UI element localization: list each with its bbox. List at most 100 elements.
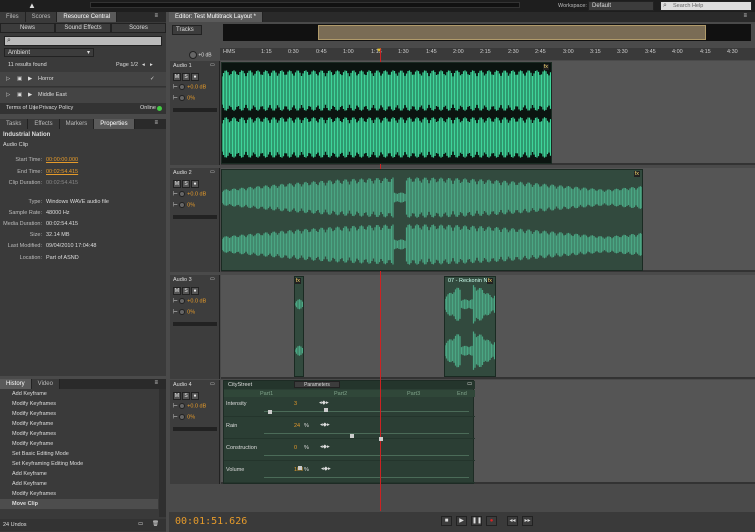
record-arm-icon[interactable]: ●	[191, 287, 199, 295]
preview-icon[interactable]: ▶	[28, 92, 32, 98]
solo-button[interactable]: S	[182, 392, 190, 400]
tab-properties[interactable]: Properties	[94, 119, 135, 129]
privacy-link[interactable]: Privacy Policy	[39, 105, 73, 111]
keyframe-nav-icon[interactable]: ◂◆▸	[319, 400, 329, 406]
record-arm-icon[interactable]: ●	[191, 392, 199, 400]
track-name[interactable]: Audio 2	[173, 170, 192, 176]
list-item[interactable]: ▷ ▣ ▶ Horror ✓	[0, 72, 166, 87]
download-icon[interactable]: ▣	[17, 92, 22, 98]
audio-clip[interactable]: 07 - Reckonin N... fx	[444, 276, 496, 377]
param-envelope[interactable]	[264, 477, 469, 478]
history-item[interactable]: Move Clip	[0, 499, 158, 509]
tab-video[interactable]: Video	[31, 379, 60, 389]
keyframe-point[interactable]	[324, 408, 328, 412]
keyframe-nav-icon[interactable]: ◂◆▸	[320, 422, 330, 428]
keyframe-point[interactable]	[298, 466, 302, 470]
preview-icon[interactable]: ▶	[28, 76, 32, 82]
stop-button[interactable]: ■	[441, 516, 452, 526]
new-icon[interactable]: ▭	[138, 521, 143, 527]
clip-fx-badge[interactable]: fx	[486, 278, 493, 284]
zoom-knob[interactable]	[189, 51, 197, 59]
history-item[interactable]: Add Keyframe	[0, 389, 158, 399]
pan-knob[interactable]	[179, 202, 186, 208]
param-value[interactable]: 24	[294, 423, 300, 429]
volume-knob[interactable]	[179, 298, 186, 304]
audio-clip[interactable]: fx	[294, 276, 304, 377]
mute-button[interactable]: M	[173, 392, 181, 400]
volume-value[interactable]: +0.0 dB	[187, 192, 206, 198]
record-arm-icon[interactable]: ●	[191, 180, 199, 188]
mute-button[interactable]: M	[173, 180, 181, 188]
tab-files[interactable]: Files	[0, 12, 26, 22]
record-button[interactable]: ●	[486, 516, 497, 526]
forward-button[interactable]: ▸▸	[522, 516, 533, 526]
history-item[interactable]: Modify Keyframes	[0, 489, 158, 499]
clip-fx-badge[interactable]: fx	[633, 171, 640, 177]
download-icon[interactable]: ▣	[17, 76, 22, 82]
next-page-icon[interactable]: ▸	[150, 62, 153, 68]
history-item[interactable]: Set Basic Editing Mode	[0, 449, 158, 459]
tab-markers[interactable]: Markers	[59, 119, 95, 129]
search-help-input[interactable]: Search Help	[660, 1, 752, 11]
keyframe-point[interactable]	[268, 410, 272, 414]
history-item[interactable]: Modify Keyframes	[0, 399, 158, 409]
audio-clip[interactable]: fx	[221, 62, 552, 164]
overview-range[interactable]	[318, 25, 706, 40]
sound-effects-button[interactable]: Sound Effects	[55, 23, 111, 33]
time-ruler[interactable]: HMS 1:15 0:30 0:45 1:00 1:15 1:30 1:45 2:00 2:15 2…	[220, 48, 755, 60]
list-item[interactable]: ▷ ▣ ▶ Middle East	[0, 88, 166, 103]
param-envelope[interactable]	[264, 455, 469, 456]
pause-button[interactable]: ❚❚	[471, 516, 482, 526]
history-item[interactable]: Add Keyframe	[0, 469, 158, 479]
panel-menu-icon[interactable]: ≡	[154, 120, 158, 126]
audio-clip[interactable]: fx	[221, 169, 643, 271]
tracks-dropdown[interactable]: Tracks	[172, 25, 202, 35]
volume-knob[interactable]	[179, 84, 186, 90]
keyframe-nav-icon[interactable]: ◂◆▸	[321, 466, 331, 472]
track-name[interactable]: Audio 4	[173, 382, 192, 388]
workspace-dropdown[interactable]: Default	[588, 1, 654, 11]
clip-fx-badge[interactable]: fx	[295, 278, 301, 284]
playhead-handle-icon[interactable]: ▼	[376, 48, 385, 54]
track-maximize-icon[interactable]: ▭	[210, 62, 215, 68]
history-item[interactable]: Set Keyframing Editing Mode	[0, 459, 158, 469]
tab-effects[interactable]: Effects	[28, 119, 60, 129]
param-envelope[interactable]	[264, 433, 469, 434]
mute-button[interactable]: M	[173, 73, 181, 81]
pan-knob[interactable]	[179, 414, 186, 420]
tab-tasks[interactable]: Tasks	[0, 119, 29, 129]
maximize-icon[interactable]: ▭	[467, 381, 472, 387]
resource-search-input[interactable]: ⌕	[4, 36, 162, 46]
track-maximize-icon[interactable]: ▭	[210, 169, 215, 175]
solo-button[interactable]: S	[182, 287, 190, 295]
volume-knob[interactable]	[179, 403, 186, 409]
session-overview[interactable]	[223, 24, 751, 41]
record-arm-icon[interactable]: ●	[191, 73, 199, 81]
pan-knob[interactable]	[179, 95, 186, 101]
pan-value[interactable]: 0%	[187, 203, 195, 209]
solo-button[interactable]: S	[182, 73, 190, 81]
pan-knob[interactable]	[179, 309, 186, 315]
track-name[interactable]: Audio 3	[173, 277, 192, 283]
play-button[interactable]: ▶	[456, 516, 467, 526]
start-time-value[interactable]: 00:00:00.000	[46, 157, 78, 163]
play-icon[interactable]: ▷	[6, 92, 10, 98]
param-value[interactable]: 3	[294, 401, 297, 407]
tab-editor[interactable]: Editor: Test Multitrack Layout *	[169, 12, 263, 22]
tab-history[interactable]: History	[0, 379, 32, 389]
pan-value[interactable]: 0%	[187, 96, 195, 102]
volume-value[interactable]: +0.0 dB	[187, 85, 206, 91]
tab-resource-central[interactable]: Resource Central	[57, 12, 118, 22]
keyframe-point[interactable]	[350, 434, 354, 438]
track-name[interactable]: Audio 1	[173, 63, 192, 69]
filter-dropdown[interactable]: Ambient ▾	[4, 48, 94, 57]
volume-value[interactable]: +0.0 dB	[187, 404, 206, 410]
param-envelope[interactable]	[264, 411, 469, 412]
volume-knob[interactable]	[179, 191, 186, 197]
trash-icon[interactable]: 🗑	[152, 521, 159, 527]
clip-fx-badge[interactable]: fx	[542, 64, 549, 70]
rewind-button[interactable]: ◂◂	[507, 516, 518, 526]
track-maximize-icon[interactable]: ▭	[210, 276, 215, 282]
effect-preset-dropdown[interactable]: Parameters	[294, 381, 340, 388]
mute-button[interactable]: M	[173, 287, 181, 295]
